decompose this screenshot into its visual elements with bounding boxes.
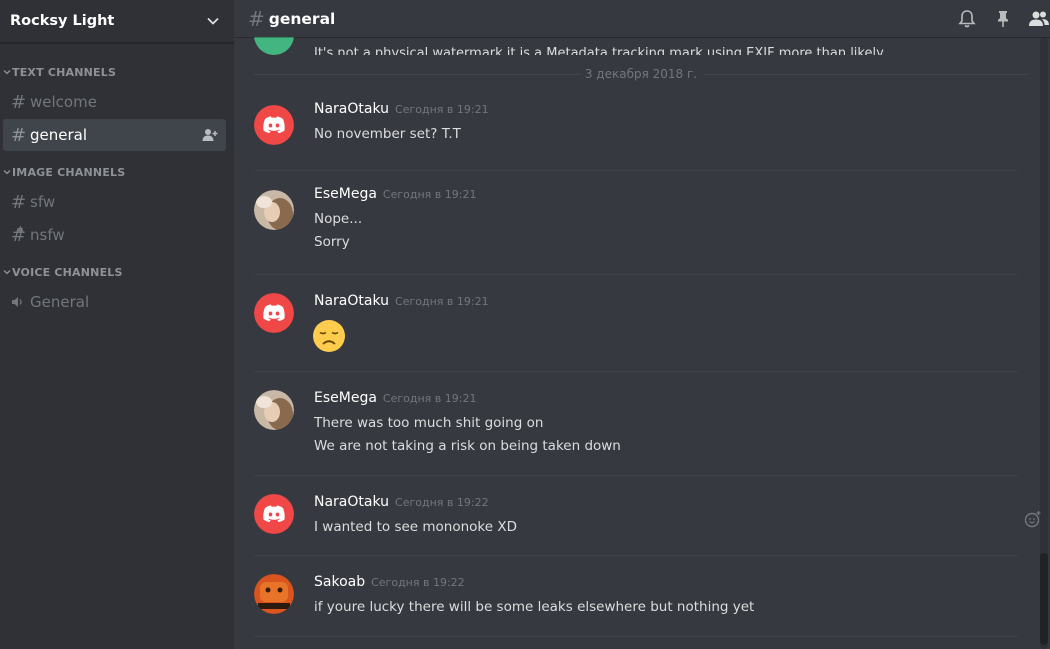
channel-name: general — [30, 126, 88, 144]
members-icon[interactable] — [1028, 8, 1050, 30]
chevron-down-icon — [2, 67, 12, 77]
channel-welcome[interactable]: # welcome — [3, 86, 226, 118]
discord-logo-avatar[interactable] — [254, 494, 294, 534]
server-name: Rocksy Light — [10, 13, 115, 29]
message-author[interactable]: NaraOtaku — [314, 101, 389, 117]
user-avatar[interactable] — [254, 574, 294, 614]
message-timestamp: Сегодня в 19:21 — [382, 392, 477, 405]
bell-icon[interactable] — [956, 8, 978, 30]
channel-name: General — [30, 293, 90, 311]
message-group: NaraOtaku Сегодня в 19:21 — [254, 275, 1018, 372]
disappointed-emoji-icon[interactable] — [313, 315, 1018, 357]
category-text-channels[interactable]: TEXT CHANNELS — [0, 59, 234, 85]
channel-nsfw[interactable]: # nsfw — [3, 219, 226, 251]
message-author[interactable]: EseMega — [314, 186, 377, 202]
app-window: Rocksy Light TEXT CHANNELS # welcome # g… — [0, 0, 1050, 649]
header-toolbar — [956, 8, 1050, 30]
speaker-icon — [11, 296, 30, 308]
category-voice-channels[interactable]: VOICE CHANNELS — [0, 259, 234, 285]
category-label: VOICE CHANNELS — [12, 265, 123, 279]
partial-message: It's not a physical watermark it is a Me… — [254, 37, 1018, 57]
message-group: EseMega Сегодня в 19:21 There was too mu… — [254, 372, 1018, 476]
discord-logo-avatar[interactable] — [254, 293, 294, 333]
hash-icon: # — [11, 191, 27, 213]
chevron-down-icon — [2, 167, 12, 177]
scrollbar-thumb[interactable] — [1040, 553, 1048, 645]
chat-area: # general It's not a physical watermark … — [234, 0, 1050, 649]
category-label: IMAGE CHANNELS — [12, 165, 126, 179]
channel-sfw[interactable]: # sfw — [3, 186, 226, 218]
channel-voice-general[interactable]: General — [3, 286, 226, 318]
hash-warning-icon: # — [11, 224, 27, 246]
channel-header: # general — [234, 0, 1050, 37]
category-label: TEXT CHANNELS — [12, 65, 117, 79]
message-group: Sakoab Сегодня в 19:22 if youre lucky th… — [254, 556, 1018, 637]
avatar[interactable] — [254, 37, 294, 55]
message-timestamp: Сегодня в 19:21 — [382, 188, 477, 201]
pin-icon[interactable] — [992, 8, 1014, 30]
channel-name: nsfw — [30, 226, 65, 244]
hash-icon: # — [248, 6, 265, 31]
message-group: EseMega Сегодня в 19:21 Nope... Sorry — [254, 171, 1018, 275]
user-avatar[interactable] — [254, 190, 294, 230]
message-list[interactable]: It's not a physical watermark it is a Me… — [234, 37, 1050, 649]
message-text: It's not a physical watermark it is a Me… — [314, 46, 887, 55]
channel-sidebar: Rocksy Light TEXT CHANNELS # welcome # g… — [0, 0, 234, 649]
hash-icon: # — [11, 91, 27, 113]
message-timestamp: Сегодня в 19:22 — [395, 496, 489, 509]
message-author[interactable]: EseMega — [314, 390, 377, 406]
user-avatar[interactable] — [254, 390, 294, 430]
message-text: Sorry — [314, 234, 350, 250]
date-divider-label: 3 декабря 2018 г. — [578, 67, 704, 81]
message-author[interactable]: NaraOtaku — [314, 293, 389, 309]
message-author[interactable]: Sakoab — [314, 574, 365, 590]
message-author[interactable]: NaraOtaku — [314, 494, 389, 510]
date-divider: 3 декабря 2018 г. — [254, 57, 1028, 91]
message-text: if youre lucky there will be some leaks … — [314, 599, 755, 615]
chevron-down-icon — [2, 267, 12, 277]
message-text: There was too much shit going on — [314, 415, 544, 431]
message-group: NaraOtaku Сегодня в 19:21 No november se… — [254, 91, 1018, 171]
add-reaction-icon[interactable] — [1024, 510, 1042, 528]
chevron-down-icon[interactable] — [204, 12, 222, 30]
message-text: Nope... — [314, 211, 363, 227]
server-header[interactable]: Rocksy Light — [0, 0, 234, 43]
channel-general[interactable]: # general — [3, 119, 226, 151]
channel-name: sfw — [30, 193, 56, 211]
message-text: No november set? T.T — [314, 126, 461, 142]
message-timestamp: Сегодня в 19:21 — [395, 295, 489, 308]
message-timestamp: Сегодня в 19:22 — [371, 576, 465, 589]
scrollbar-track[interactable] — [1040, 37, 1048, 649]
message-text: I wanted to see mononoke XD — [314, 519, 518, 535]
channel-title: general — [268, 9, 336, 28]
message-timestamp: Сегодня в 19:21 — [395, 103, 489, 116]
add-member-icon[interactable] — [202, 127, 218, 143]
channel-list: TEXT CHANNELS # welcome # general IMAGE … — [0, 43, 234, 319]
hash-icon: # — [11, 124, 27, 146]
discord-logo-avatar[interactable] — [254, 105, 294, 145]
category-image-channels[interactable]: IMAGE CHANNELS — [0, 159, 234, 185]
message-text: We are not taking a risk on being taken … — [314, 438, 621, 454]
channel-name: welcome — [30, 93, 97, 111]
message-group: NaraOtaku Сегодня в 19:22 I wanted to se… — [254, 476, 1041, 556]
